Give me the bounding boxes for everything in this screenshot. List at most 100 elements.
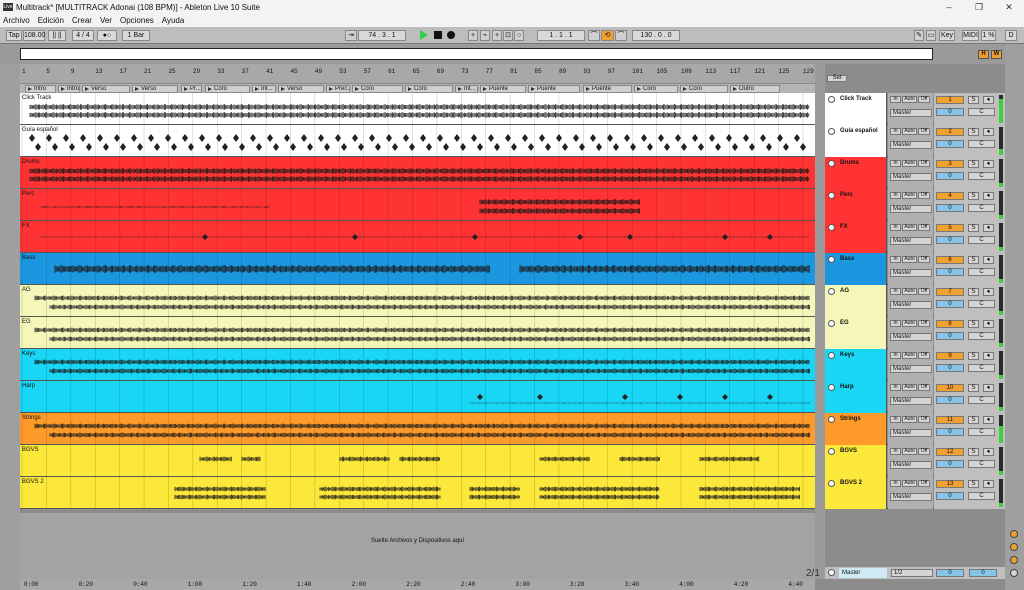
time-ruler[interactable]: 0:00 0:20 0:40 1:00 1:20 1:40 2:00 2:20 2:40 3:00…: [20, 579, 815, 590]
master-volume-2[interactable]: 0: [969, 569, 997, 577]
sends-toggle-icon[interactable]: [1010, 556, 1018, 564]
track-volume[interactable]: 0: [936, 236, 964, 244]
track-header[interactable]: Guía español: [825, 125, 887, 157]
d-button[interactable]: D: [1005, 30, 1017, 41]
in-out-toggle-icon[interactable]: [1010, 543, 1018, 551]
track-volume[interactable]: 0: [936, 396, 964, 404]
track-fold-icon[interactable]: [828, 128, 835, 135]
arm-button[interactable]: ●: [983, 448, 994, 456]
monitor-in-button[interactable]: In: [890, 288, 901, 295]
minimize-button[interactable]: –: [934, 2, 964, 13]
solo-button[interactable]: S: [968, 480, 979, 488]
track-fold-icon[interactable]: [828, 416, 835, 423]
track-activator[interactable]: 8: [936, 320, 964, 328]
menu-archivo[interactable]: Archivo: [3, 16, 30, 25]
monitor-off-button[interactable]: Off: [918, 160, 930, 167]
close-button[interactable]: ✕: [994, 2, 1024, 13]
track-lane[interactable]: Harp: [20, 381, 815, 413]
track-header[interactable]: EG: [825, 317, 887, 349]
audio-to-select[interactable]: Master: [890, 237, 932, 245]
audio-to-select[interactable]: Master: [890, 269, 932, 277]
menu-edicion[interactable]: Edición: [38, 16, 64, 25]
monitor-off-button[interactable]: Off: [918, 384, 930, 391]
monitor-in-button[interactable]: In: [890, 224, 901, 231]
menu-crear[interactable]: Crear: [72, 16, 92, 25]
solo-button[interactable]: S: [968, 256, 979, 264]
solo-button[interactable]: S: [968, 448, 979, 456]
master-volume[interactable]: 0: [936, 569, 964, 577]
draw-mode-icon[interactable]: ✎: [914, 30, 924, 41]
track-fold-icon[interactable]: [828, 288, 835, 295]
monitor-auto-button[interactable]: Auto: [902, 448, 917, 455]
monitor-off-button[interactable]: Off: [918, 256, 930, 263]
locator[interactable]: Pr...: [181, 85, 202, 93]
metronome-button[interactable]: ●○: [97, 30, 117, 41]
monitor-in-button[interactable]: In: [890, 448, 901, 455]
nudge-buttons[interactable]: || ||: [48, 30, 66, 41]
arrangement-overview[interactable]: H W: [0, 44, 1024, 64]
track-lane[interactable]: Click Track: [20, 93, 815, 125]
monitor-off-button[interactable]: Off: [918, 192, 930, 199]
monitor-off-button[interactable]: Off: [918, 288, 930, 295]
pan-button[interactable]: C: [968, 492, 995, 500]
track-fold-icon[interactable]: [828, 192, 835, 199]
automation-arm-icon[interactable]: ⌁: [480, 30, 490, 41]
track-activator[interactable]: 13: [936, 480, 964, 488]
audio-to-select[interactable]: Master: [890, 205, 932, 213]
maximize-button[interactable]: ❐: [964, 2, 994, 13]
monitor-auto-button[interactable]: Auto: [902, 480, 917, 487]
locator[interactable]: Coro: [634, 85, 678, 93]
track-header[interactable]: Keys: [825, 349, 887, 381]
master-fold-icon[interactable]: [828, 569, 835, 576]
monitor-auto-button[interactable]: Auto: [902, 256, 917, 263]
signature-field[interactable]: 4 / 4: [72, 30, 94, 41]
monitor-auto-button[interactable]: Auto: [902, 192, 917, 199]
audio-to-select[interactable]: Master: [890, 461, 932, 469]
locator[interactable]: Verso: [278, 85, 324, 93]
pan-button[interactable]: C: [968, 300, 995, 308]
track-lane[interactable]: Bass: [20, 253, 815, 285]
track-lane[interactable]: Keys: [20, 349, 815, 381]
locator[interactable]: Int...: [252, 85, 276, 93]
audio-to-select[interactable]: Master: [890, 173, 932, 181]
pan-button[interactable]: C: [968, 460, 995, 468]
track-lane[interactable]: Strings: [20, 413, 815, 445]
record-icon[interactable]: [447, 31, 455, 39]
track-fold-icon[interactable]: [828, 160, 835, 167]
tempo-field[interactable]: 108.00: [23, 30, 45, 41]
monitor-auto-button[interactable]: Auto: [902, 96, 917, 103]
solo-button[interactable]: S: [968, 352, 979, 360]
track-activator[interactable]: 11: [936, 416, 964, 424]
audio-to-select[interactable]: Master: [890, 141, 932, 149]
track-activator[interactable]: 7: [936, 288, 964, 296]
monitor-in-button[interactable]: In: [890, 384, 901, 391]
pan-button[interactable]: C: [968, 364, 995, 372]
monitor-auto-button[interactable]: Auto: [902, 160, 917, 167]
arm-button[interactable]: ●: [983, 128, 994, 136]
reenable-automation-icon[interactable]: +: [492, 30, 502, 41]
audio-to-select[interactable]: Master: [890, 301, 932, 309]
monitor-off-button[interactable]: Off: [918, 320, 930, 327]
track-header[interactable]: BGVS 2: [825, 477, 887, 509]
solo-button[interactable]: S: [968, 384, 979, 392]
track-volume[interactable]: 0: [936, 172, 964, 180]
monitor-in-button[interactable]: In: [890, 352, 901, 359]
track-header[interactable]: Drums: [825, 157, 887, 189]
solo-button[interactable]: S: [968, 192, 979, 200]
track-volume[interactable]: 0: [936, 140, 964, 148]
monitor-in-button[interactable]: In: [890, 96, 901, 103]
audio-to-select[interactable]: Master: [890, 365, 932, 373]
monitor-off-button[interactable]: Off: [918, 128, 930, 135]
mixer-toggle-icon[interactable]: [1010, 569, 1018, 577]
track-activator[interactable]: 3: [936, 160, 964, 168]
pan-button[interactable]: C: [968, 332, 995, 340]
locator[interactable]: Int...: [455, 85, 478, 93]
monitor-auto-button[interactable]: Auto: [902, 288, 917, 295]
monitor-off-button[interactable]: Off: [918, 448, 930, 455]
track-activator[interactable]: 12: [936, 448, 964, 456]
track-volume[interactable]: 0: [936, 332, 964, 340]
solo-button[interactable]: S: [968, 160, 979, 168]
track-fold-icon[interactable]: [828, 224, 835, 231]
locator[interactable]: Puente: [583, 85, 632, 93]
locator-lane[interactable]: Intro Intro Verso Verso Pr... Coro Int... Verso…: [20, 83, 815, 93]
